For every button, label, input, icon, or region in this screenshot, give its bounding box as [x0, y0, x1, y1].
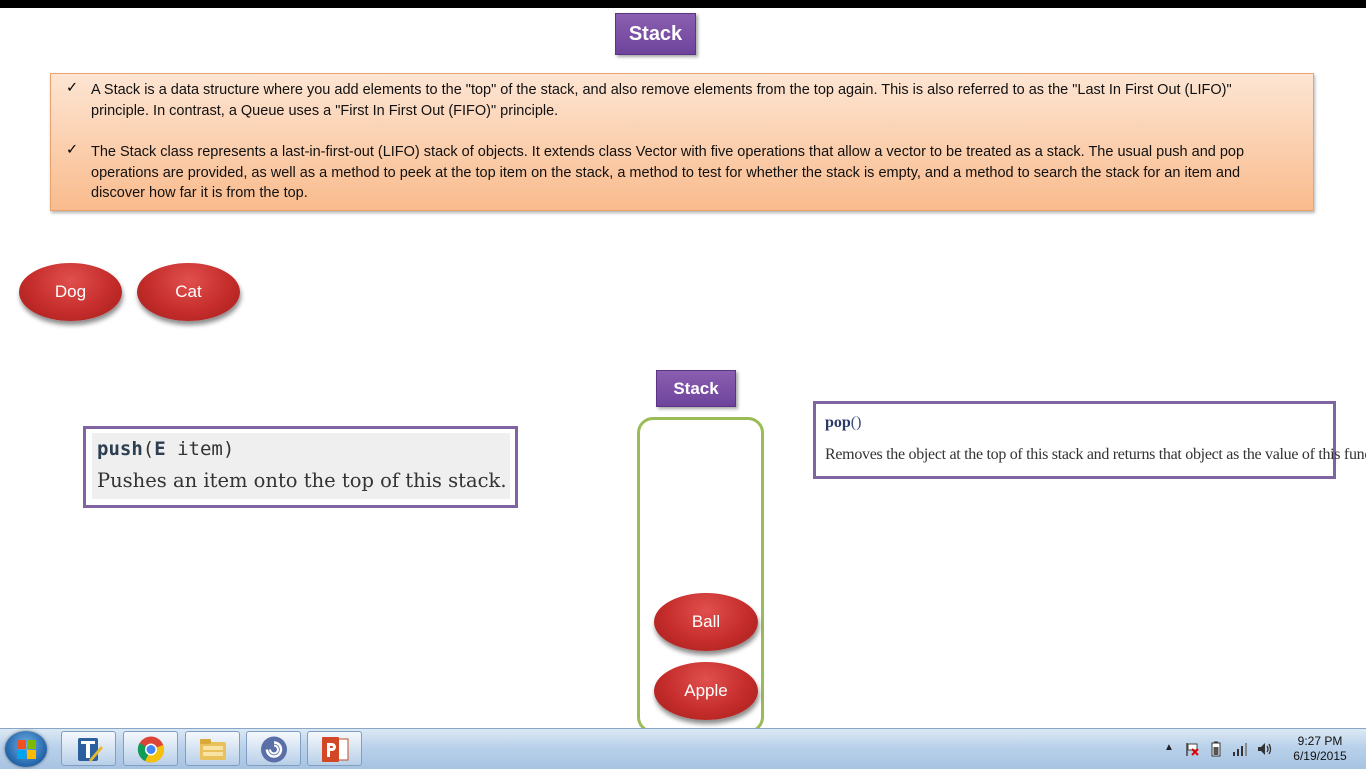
push-param-type: E [154, 438, 166, 460]
push-signature: push(E item) [97, 438, 234, 460]
pop-parens: () [850, 414, 862, 431]
checkmark-icon: ✓ [66, 80, 79, 96]
show-hidden-icons-icon[interactable]: ▲ [1164, 742, 1174, 753]
taskbar-clock[interactable]: 9:27 PM 6/19/2015 [1285, 734, 1355, 764]
windows-logo-icon [27, 750, 36, 759]
bittorrent-icon [261, 736, 287, 763]
chrome-icon [137, 736, 165, 763]
taskbar-chrome[interactable] [123, 731, 178, 766]
pop-method-name: pop [825, 414, 851, 431]
volume-icon[interactable] [1256, 741, 1274, 757]
powerpoint-icon [322, 737, 349, 762]
pop-signature: pop() [825, 414, 861, 432]
clock-time: 9:27 PM [1297, 734, 1343, 748]
pop-description: Removes the object at the top of this st… [825, 446, 1366, 463]
taskbar-bittorrent[interactable] [246, 731, 301, 766]
push-param-name: item [165, 438, 223, 460]
windows-logo-icon [27, 740, 36, 749]
push-paren-open: ( [142, 438, 155, 460]
apple-oval: Apple [654, 662, 758, 720]
push-method-name: push [97, 438, 143, 460]
bullet-text-1: A Stack is a data structure where you ad… [91, 82, 1232, 119]
top-black-bar [0, 0, 1366, 8]
cat-oval: Cat [137, 263, 240, 321]
taskbar: ▲ 9:27 PM 6/19/2015 [0, 728, 1366, 769]
windows-logo-icon [17, 740, 26, 749]
push-inner-panel: push(E item) Pushes an item onto the top… [92, 433, 510, 499]
text-editor-icon [78, 738, 103, 762]
taskbar-powerpoint[interactable] [307, 731, 362, 766]
slide-title: Stack [615, 13, 696, 55]
file-explorer-icon [200, 739, 226, 760]
bullet-text-2: The Stack class represents a last-in-fir… [91, 144, 1245, 201]
taskbar-explorer[interactable] [185, 731, 240, 766]
pop-method-box: pop() Removes the object at the top of t… [813, 401, 1366, 479]
battery-icon[interactable] [1210, 741, 1222, 757]
push-method-box: push(E item) Pushes an item onto the top… [83, 426, 518, 508]
taskbar-text-editor[interactable] [61, 731, 116, 766]
checkmark-icon: ✓ [66, 142, 79, 158]
network-signal-icon[interactable] [1232, 741, 1248, 757]
windows-logo-icon [17, 750, 26, 759]
ball-oval: Ball [654, 593, 758, 651]
clock-date: 6/19/2015 [1293, 749, 1347, 763]
dog-oval: Dog [19, 263, 122, 321]
info-box: ✓ A Stack is a data structure where you … [50, 73, 1314, 211]
stack-label: Stack [656, 370, 736, 407]
push-description: Pushes an item onto the top of this stac… [97, 469, 507, 492]
push-paren-close: ) [222, 438, 235, 460]
start-button[interactable] [5, 731, 47, 767]
action-center-flag-icon[interactable] [1184, 741, 1200, 757]
